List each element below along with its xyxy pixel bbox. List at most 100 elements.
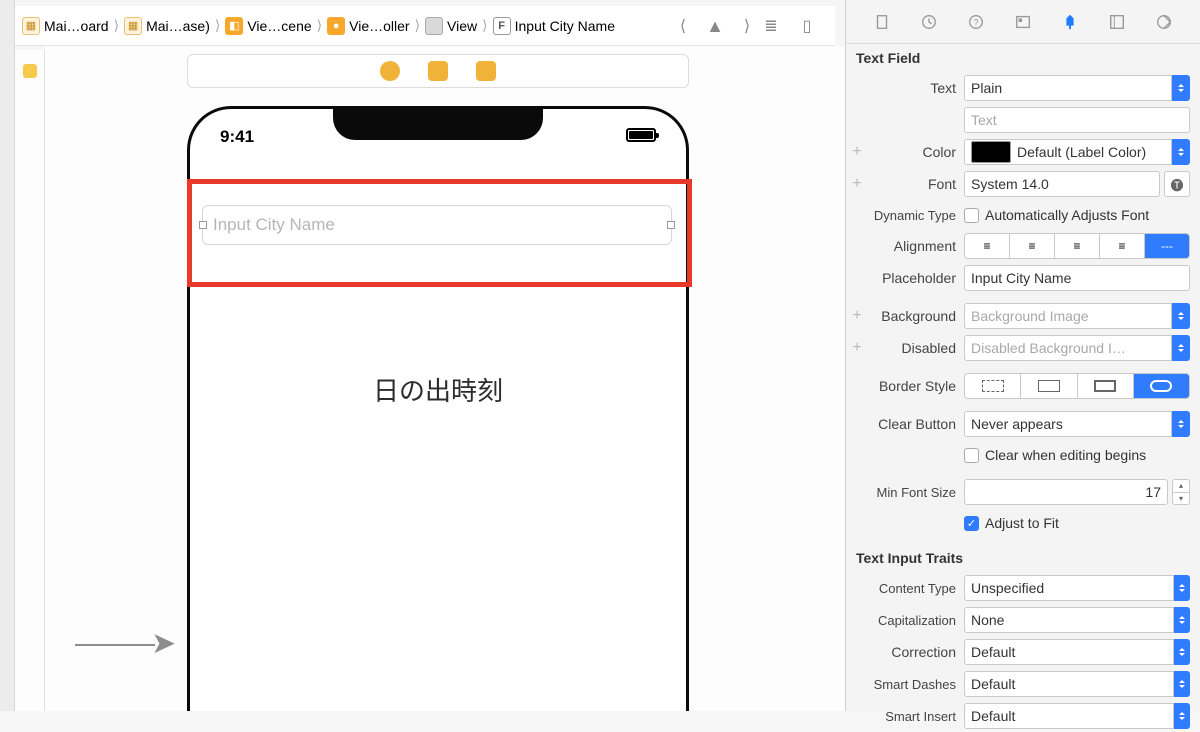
- exit-icon[interactable]: [476, 61, 496, 81]
- alignment-segmented[interactable]: ≡ ≡ ≡ ≡ ---: [964, 233, 1190, 259]
- background-combobox[interactable]: Background Image: [964, 303, 1190, 329]
- editor-toolbar: ≣ ▯: [760, 6, 818, 46]
- size-inspector-icon[interactable]: [1106, 11, 1128, 33]
- border-style-segmented[interactable]: [964, 373, 1190, 399]
- border-bezel-icon[interactable]: [1078, 374, 1134, 398]
- crumb-view[interactable]: View: [422, 17, 480, 35]
- jump-bar-controls: ⟨ ▲ ⟩: [672, 6, 758, 46]
- content-type-combobox[interactable]: Unspecified: [964, 575, 1190, 601]
- viewcontroller-dock-icon[interactable]: [380, 61, 400, 81]
- label-dynamic-type: Dynamic Type: [864, 208, 964, 223]
- crumb-scene[interactable]: ◧Vie…cene: [222, 17, 314, 35]
- attributes-inspector-icon[interactable]: [1059, 11, 1081, 33]
- traits-title: Text Input Traits: [846, 544, 1200, 572]
- align-right-icon[interactable]: ≡: [1055, 234, 1100, 258]
- history-inspector-icon[interactable]: [918, 11, 940, 33]
- crumb-textfield[interactable]: FInput City Name: [490, 17, 618, 35]
- row-disabled: + Disabled Disabled Background I…: [846, 332, 1200, 364]
- crumb-viewcontroller[interactable]: ●Vie…oller: [324, 17, 412, 35]
- label-color: Color: [864, 144, 964, 160]
- row-smart-insert: Smart Insert Default: [846, 700, 1200, 732]
- status-clock: 9:41: [220, 127, 254, 151]
- text-input[interactable]: Text: [964, 107, 1190, 133]
- row-correction: Correction Default: [846, 636, 1200, 668]
- align-center-icon[interactable]: ≡: [1010, 234, 1055, 258]
- capitalization-combobox[interactable]: None: [964, 607, 1190, 633]
- back-button[interactable]: ⟨: [672, 15, 694, 37]
- outline-icon[interactable]: ≣: [760, 15, 782, 37]
- sunrise-label: 日の出時刻: [190, 371, 686, 408]
- chevron-icon: ⟩: [213, 17, 222, 34]
- label-background: Background: [864, 308, 964, 324]
- text-type-combobox[interactable]: Plain: [964, 75, 1190, 101]
- align-natural-icon[interactable]: ---: [1145, 234, 1189, 258]
- crumb-storyboard-base[interactable]: ▦Mai…ase): [121, 17, 213, 35]
- resize-handle-right[interactable]: [667, 221, 675, 229]
- adjust-editor-icon[interactable]: ▯: [796, 15, 818, 37]
- help-inspector-icon[interactable]: ?: [965, 11, 987, 33]
- label-content-type: Content Type: [864, 581, 964, 596]
- crumb-label: Mai…ase): [146, 18, 210, 34]
- label-smart-dashes: Smart Dashes: [864, 677, 964, 692]
- first-responder-icon[interactable]: [428, 61, 448, 81]
- crumb-storyboard[interactable]: ▦Mai…oard: [19, 17, 112, 35]
- disabled-combobox[interactable]: Disabled Background I…: [964, 335, 1190, 361]
- textfield-preview[interactable]: Input City Name: [202, 205, 672, 245]
- chevron-icon: ⟩: [413, 17, 422, 34]
- segue-arrow[interactable]: ➤: [75, 626, 180, 661]
- resize-handle-left[interactable]: [199, 221, 207, 229]
- min-font-stepper[interactable]: ▴▾: [1172, 479, 1190, 505]
- add-attribute-icon[interactable]: +: [850, 339, 864, 357]
- scene-icon: ◧: [225, 17, 243, 35]
- adjust-fit-checkbox[interactable]: ✓: [964, 516, 979, 531]
- border-rounded-icon[interactable]: [1134, 374, 1189, 398]
- smart-dashes-combobox[interactable]: Default: [964, 671, 1190, 697]
- align-justify-icon[interactable]: ≡: [1100, 234, 1145, 258]
- canvas[interactable]: 9:41 Input City Name 日の出時刻 ➤: [45, 46, 845, 711]
- battery-icon: [626, 128, 656, 142]
- file-inspector-icon[interactable]: [871, 11, 893, 33]
- identity-inspector-icon[interactable]: [1012, 11, 1034, 33]
- storyboard-icon: ▦: [124, 17, 142, 35]
- adjust-fit-label: Adjust to Fit: [985, 515, 1059, 531]
- border-line-icon[interactable]: [1021, 374, 1077, 398]
- row-font: + Font System 14.0 🅣: [846, 168, 1200, 200]
- warning-icon[interactable]: ▲: [704, 15, 726, 37]
- navigator-gutter: [15, 50, 45, 711]
- min-font-input[interactable]: 17: [964, 479, 1168, 505]
- color-combobox[interactable]: Default (Label Color): [964, 139, 1190, 165]
- crumb-label: Mai…oard: [44, 18, 109, 34]
- forward-button[interactable]: ⟩: [736, 15, 758, 37]
- add-attribute-icon[interactable]: +: [850, 307, 864, 325]
- label-clear-button: Clear Button: [864, 416, 964, 432]
- row-adjust-fit: ✓ Adjust to Fit: [846, 508, 1200, 538]
- row-placeholder: Placeholder Input City Name: [846, 262, 1200, 294]
- clear-editing-checkbox[interactable]: [964, 448, 979, 463]
- field-icon: F: [493, 17, 511, 35]
- viewcontroller-icon: ●: [327, 17, 345, 35]
- correction-combobox[interactable]: Default: [964, 639, 1190, 665]
- svg-text:?: ?: [973, 17, 978, 27]
- font-field[interactable]: System 14.0: [964, 171, 1160, 197]
- label-text: Text: [864, 80, 964, 96]
- row-background: + Background Background Image: [846, 300, 1200, 332]
- clear-button-combobox[interactable]: Never appears: [964, 411, 1190, 437]
- row-clear-editing: Clear when editing begins: [846, 440, 1200, 470]
- dynamic-type-checkbox[interactable]: [964, 208, 979, 223]
- crumb-label: Vie…cene: [247, 18, 311, 34]
- left-gutter: [0, 0, 15, 711]
- add-attribute-icon[interactable]: +: [850, 143, 864, 161]
- add-attribute-icon[interactable]: +: [850, 175, 864, 193]
- border-none-icon[interactable]: [965, 374, 1021, 398]
- align-left-icon[interactable]: ≡: [965, 234, 1010, 258]
- status-bar: 9:41: [190, 127, 686, 151]
- label-min-font: Min Font Size: [864, 485, 964, 500]
- row-smart-dashes: Smart Dashes Default: [846, 668, 1200, 700]
- smart-insert-combobox[interactable]: Default: [964, 703, 1190, 729]
- connections-inspector-icon[interactable]: [1153, 11, 1175, 33]
- font-picker-button[interactable]: 🅣: [1164, 171, 1190, 197]
- device-frame: 9:41 Input City Name 日の出時刻: [187, 106, 689, 711]
- navigator-tab-icon[interactable]: [23, 64, 37, 78]
- placeholder-input[interactable]: Input City Name: [964, 265, 1190, 291]
- scene-dock[interactable]: [187, 54, 689, 88]
